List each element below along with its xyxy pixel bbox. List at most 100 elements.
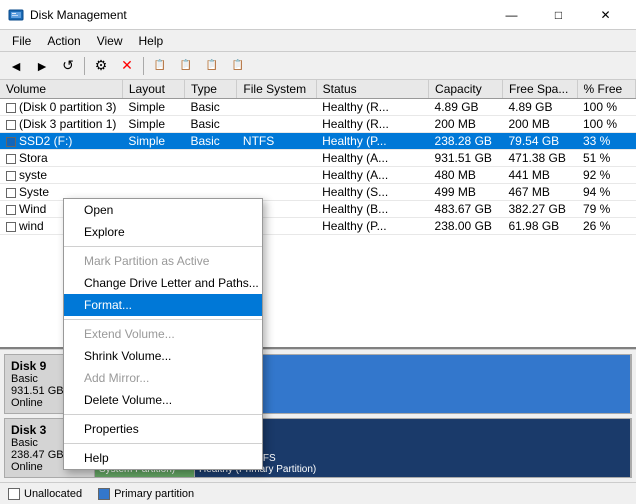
cell-capacity: 238.00 GB	[429, 218, 503, 235]
cell-pct: 79 %	[577, 201, 636, 218]
toolbar-btn4[interactable]: 📋	[226, 55, 250, 77]
status-primary: Primary partition	[98, 488, 194, 500]
cell-fs	[237, 150, 316, 167]
menu-action[interactable]: Action	[39, 32, 88, 50]
app-icon	[8, 7, 24, 23]
toolbar-refresh[interactable]: ↺	[56, 55, 80, 77]
menu-help[interactable]: Help	[131, 32, 172, 50]
table-row[interactable]: StoraHealthy (A...931.51 GB471.38 GB51 %	[0, 150, 636, 167]
cell-capacity: 483.67 GB	[429, 201, 503, 218]
toolbar-back[interactable]: ◄	[4, 55, 28, 77]
toolbar-btn1[interactable]: 📋	[148, 55, 172, 77]
table-row[interactable]: (Disk 3 partition 1)SimpleBasic Healthy (…	[0, 116, 636, 133]
menu-file[interactable]: File	[4, 32, 39, 50]
col-header-type[interactable]: Type	[184, 80, 236, 99]
cell-layout: Simple	[122, 99, 184, 116]
cell-fs	[237, 167, 316, 184]
cell-volume: Stora	[0, 150, 122, 167]
toolbar-separator-1	[84, 57, 85, 75]
cell-volume: (Disk 3 partition 1)	[0, 116, 122, 133]
cell-free: 200 MB	[502, 116, 577, 133]
cell-capacity: 238.28 GB	[429, 133, 503, 150]
minimize-button[interactable]: —	[489, 5, 534, 25]
cell-pct: 94 %	[577, 184, 636, 201]
cell-type	[184, 167, 236, 184]
cell-status: Healthy (B...	[316, 201, 428, 218]
col-header-layout[interactable]: Layout	[122, 80, 184, 99]
cell-volume: (Disk 0 partition 3)	[0, 99, 122, 116]
unallocated-dot	[8, 488, 20, 500]
cell-capacity: 4.89 GB	[429, 99, 503, 116]
cell-type: Basic	[184, 99, 236, 116]
cell-capacity: 499 MB	[429, 184, 503, 201]
cell-fs	[237, 99, 316, 116]
cell-layout	[122, 150, 184, 167]
toolbar-separator-2	[143, 57, 144, 75]
context-menu-item: Mark Partition as Active	[64, 250, 262, 272]
cell-pct: 92 %	[577, 167, 636, 184]
context-menu-item[interactable]: Shrink Volume...	[64, 345, 262, 367]
context-menu-item[interactable]: Change Drive Letter and Paths...	[64, 272, 262, 294]
context-menu-item[interactable]: Open	[64, 199, 262, 221]
context-menu-item[interactable]: Help	[64, 447, 262, 469]
cell-capacity: 480 MB	[429, 167, 503, 184]
toolbar: ◄ ► ↺ ⚙ ✕ 📋 📋 📋 📋	[0, 52, 636, 80]
toolbar-forward[interactable]: ►	[30, 55, 54, 77]
col-header-free[interactable]: Free Spa...	[502, 80, 577, 99]
cell-free: 471.38 GB	[502, 150, 577, 167]
cell-pct: 100 %	[577, 99, 636, 116]
cell-layout: Simple	[122, 133, 184, 150]
maximize-button[interactable]: □	[536, 5, 581, 25]
cell-pct: 100 %	[577, 116, 636, 133]
cell-free: 61.98 GB	[502, 218, 577, 235]
cell-status: Healthy (R...	[316, 99, 428, 116]
col-header-capacity[interactable]: Capacity	[429, 80, 503, 99]
table-row[interactable]: (Disk 0 partition 3)SimpleBasic Healthy (…	[0, 99, 636, 116]
table-row[interactable]: systeHealthy (A...480 MB441 MB92 %	[0, 167, 636, 184]
cell-status: Healthy (A...	[316, 150, 428, 167]
cell-status: Healthy (R...	[316, 116, 428, 133]
primary-dot	[98, 488, 110, 500]
cell-fs: NTFS	[237, 133, 316, 150]
col-header-status[interactable]: Status	[316, 80, 428, 99]
col-header-fs[interactable]: File System	[237, 80, 316, 99]
cell-fs	[237, 116, 316, 133]
col-header-pct[interactable]: % Free	[577, 80, 636, 99]
cell-free: 467 MB	[502, 184, 577, 201]
unallocated-label: Unallocated	[24, 488, 82, 500]
cell-free: 4.89 GB	[502, 99, 577, 116]
cell-status: Healthy (S...	[316, 184, 428, 201]
cell-layout	[122, 167, 184, 184]
cell-volume: syste	[0, 167, 122, 184]
cell-free: 441 MB	[502, 167, 577, 184]
context-menu-item[interactable]: Delete Volume...	[64, 389, 262, 411]
status-bar: Unallocated Primary partition	[0, 482, 636, 504]
context-menu-item: Add Mirror...	[64, 367, 262, 389]
cell-free: 382.27 GB	[502, 201, 577, 218]
context-menu-item[interactable]: Properties	[64, 418, 262, 440]
menu-bar: File Action View Help	[0, 30, 636, 52]
window-controls: — □ ✕	[489, 5, 628, 25]
toolbar-delete[interactable]: ✕	[115, 55, 139, 77]
cell-layout: Simple	[122, 116, 184, 133]
cell-free: 79.54 GB	[502, 133, 577, 150]
primary-label: Primary partition	[114, 488, 194, 500]
menu-view[interactable]: View	[89, 32, 131, 50]
toolbar-btn3[interactable]: 📋	[200, 55, 224, 77]
toolbar-btn2[interactable]: 📋	[174, 55, 198, 77]
col-header-volume[interactable]: Volume	[0, 80, 122, 99]
cell-pct: 26 %	[577, 218, 636, 235]
status-unallocated: Unallocated	[8, 488, 82, 500]
cell-type: Basic	[184, 116, 236, 133]
disk-3-ssd2-status: Healthy (Primary Partition)	[199, 464, 626, 475]
toolbar-settings[interactable]: ⚙	[89, 55, 113, 77]
table-row[interactable]: SSD2 (F:)SimpleBasicNTFSHealthy (P...238…	[0, 133, 636, 150]
cell-volume: SSD2 (F:)	[0, 133, 122, 150]
context-menu-separator	[64, 319, 262, 320]
context-menu-item[interactable]: Explore	[64, 221, 262, 243]
cell-pct: 33 %	[577, 133, 636, 150]
cell-type	[184, 150, 236, 167]
context-menu-item[interactable]: Format...	[64, 294, 262, 316]
close-button[interactable]: ✕	[583, 5, 628, 25]
disk-3-ssd2-name: SSD2 (F:)	[199, 441, 626, 453]
